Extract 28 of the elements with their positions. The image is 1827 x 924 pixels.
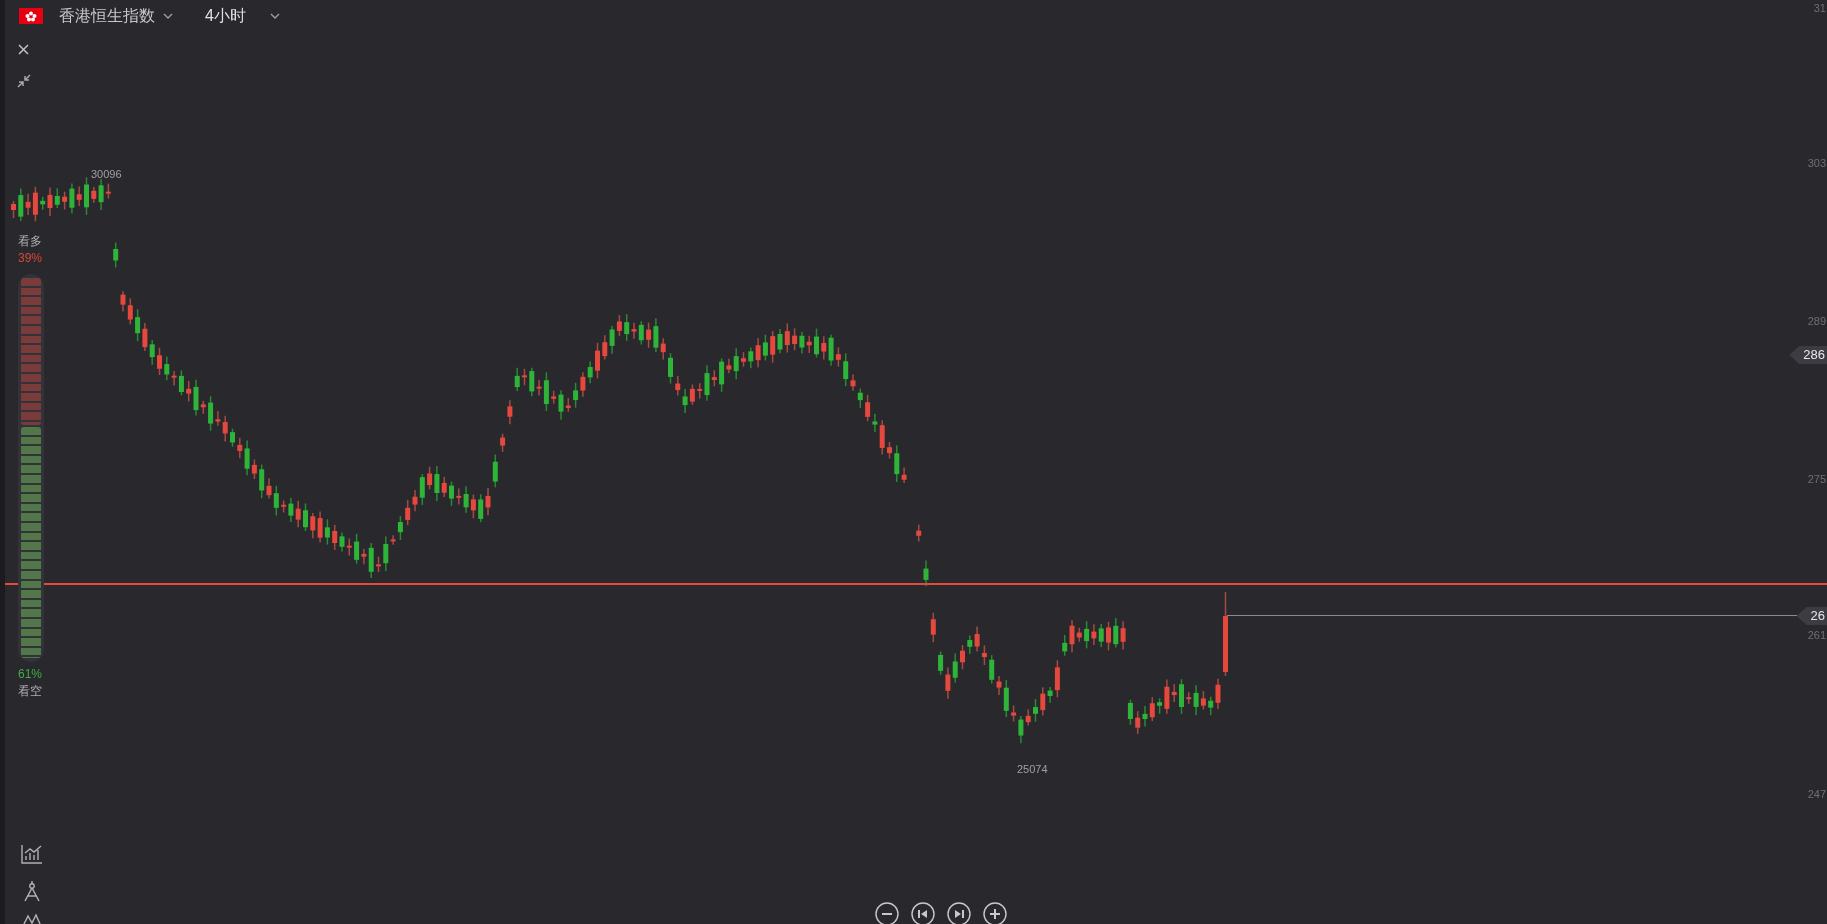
chevron-down-icon (269, 13, 280, 19)
timeframe-dropdown[interactable]: 4小时 (205, 4, 280, 28)
price-axis-label: 275 (1807, 472, 1826, 487)
wave-icon[interactable] (23, 914, 41, 924)
price-axis-label: 303 (1807, 156, 1826, 171)
price-axis-label: 247 (1807, 787, 1826, 802)
skip-back-icon[interactable] (911, 902, 935, 924)
price-tag: 26 (1796, 607, 1827, 625)
bear-percent: 61% (17, 666, 43, 683)
price-axis-label: 289 (1807, 314, 1826, 329)
bull-percent: 39% (17, 250, 43, 267)
compass-drawing-icon[interactable] (23, 880, 41, 902)
low-price-label: 25074 (1017, 762, 1048, 777)
flag-icon (19, 8, 43, 24)
skip-forward-icon[interactable] (947, 902, 971, 924)
price-tag: 286 (1789, 346, 1827, 364)
symbol-dropdown[interactable]: 香港恒生指数 (59, 4, 173, 28)
price-axis-label: 261 (1807, 628, 1826, 643)
collapse-icon[interactable] (17, 74, 31, 88)
zoom-in-icon[interactable] (983, 902, 1007, 924)
close-icon[interactable] (18, 44, 29, 55)
high-price-label: 30096 (91, 167, 122, 182)
chevron-down-icon (163, 13, 173, 19)
bear-label: 看空 (17, 683, 43, 700)
price-axis-label: 31 (1813, 1, 1826, 16)
zoom-out-icon[interactable] (875, 902, 899, 924)
bull-label: 看多 (17, 233, 43, 250)
chart-indicator-icon[interactable] (21, 844, 43, 864)
